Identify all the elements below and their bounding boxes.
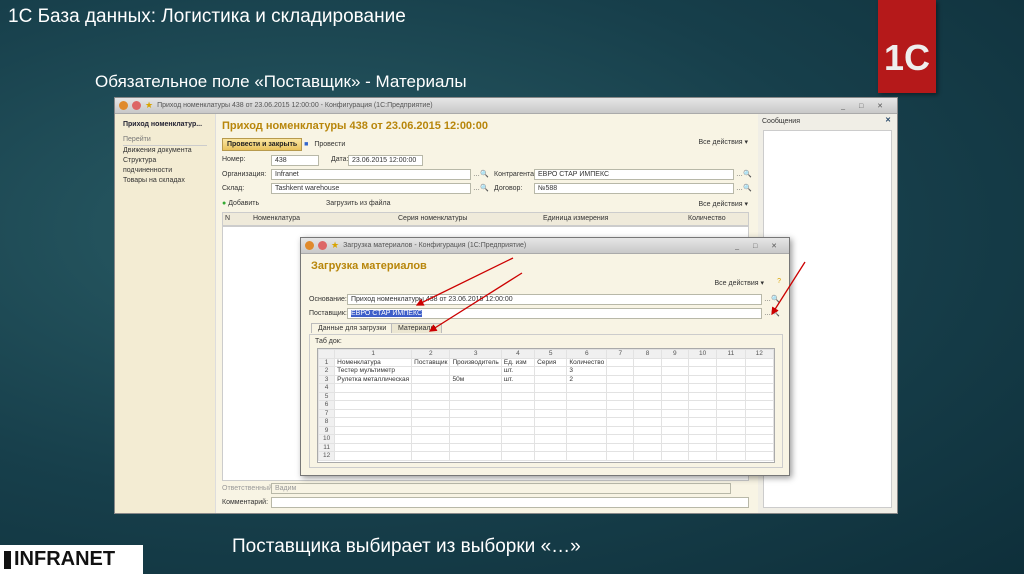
infranet-logo: INFRANET	[0, 545, 143, 574]
slide-caption: Поставщика выбирает из выборки «…»	[232, 536, 581, 557]
arrow	[428, 272, 523, 332]
annotation-arrows	[415, 257, 806, 332]
arrow	[771, 261, 806, 316]
arrow	[415, 257, 514, 306]
